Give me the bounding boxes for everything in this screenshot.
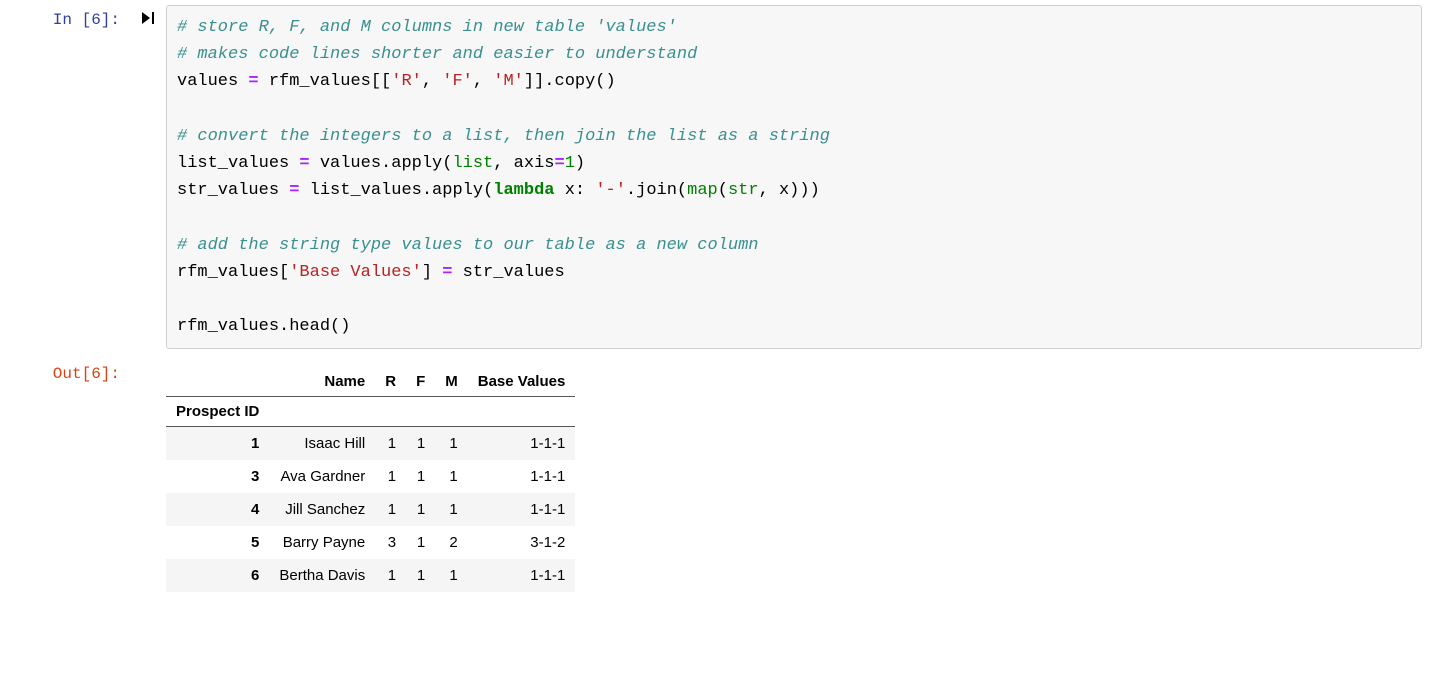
cell-r: 1 bbox=[375, 559, 406, 592]
row-index: 5 bbox=[166, 526, 269, 559]
table-row: 4 Jill Sanchez 1 1 1 1-1-1 bbox=[166, 493, 575, 526]
cell-name: Jill Sanchez bbox=[269, 493, 375, 526]
input-cell: In [6]: # store R, F, and M columns in n… bbox=[0, 0, 1438, 354]
table-row: 5 Barry Payne 3 1 2 3-1-2 bbox=[166, 526, 575, 559]
row-index: 3 bbox=[166, 460, 269, 493]
cell-m: 1 bbox=[435, 559, 468, 592]
row-index: 4 bbox=[166, 493, 269, 526]
cell-bv: 1-1-1 bbox=[468, 493, 576, 526]
cell-m: 2 bbox=[435, 526, 468, 559]
cell-m: 1 bbox=[435, 460, 468, 493]
cell-f: 1 bbox=[406, 526, 435, 559]
cell-name: Ava Gardner bbox=[269, 460, 375, 493]
blank-header bbox=[166, 367, 269, 397]
cell-f: 1 bbox=[406, 460, 435, 493]
cell-r: 1 bbox=[375, 460, 406, 493]
output-prompt: Out[6]: bbox=[0, 359, 130, 383]
cell-name: Barry Payne bbox=[269, 526, 375, 559]
cell-bv: 3-1-2 bbox=[468, 526, 576, 559]
dataframe-table: Name R F M Base Values Prospect ID bbox=[166, 367, 575, 592]
cell-f: 1 bbox=[406, 427, 435, 461]
cell-name: Bertha Davis bbox=[269, 559, 375, 592]
cell-name: Isaac Hill bbox=[269, 427, 375, 461]
output-cell: Out[6]: Name R F M Base Values Prospect … bbox=[0, 354, 1438, 597]
col-m: M bbox=[435, 367, 468, 397]
table-row: 1 Isaac Hill 1 1 1 1-1-1 bbox=[166, 427, 575, 461]
col-f: F bbox=[406, 367, 435, 397]
row-index: 1 bbox=[166, 427, 269, 461]
code-block: # store R, F, and M columns in new table… bbox=[177, 14, 1411, 340]
col-name: Name bbox=[269, 367, 375, 397]
cell-r: 1 bbox=[375, 493, 406, 526]
cell-bv: 1-1-1 bbox=[468, 460, 576, 493]
col-r: R bbox=[375, 367, 406, 397]
index-name: Prospect ID bbox=[166, 397, 269, 427]
column-header-row: Name R F M Base Values bbox=[166, 367, 575, 397]
cell-bv: 1-1-1 bbox=[468, 559, 576, 592]
table-row: 3 Ava Gardner 1 1 1 1-1-1 bbox=[166, 460, 575, 493]
input-prompt: In [6]: bbox=[0, 5, 130, 29]
row-index: 6 bbox=[166, 559, 269, 592]
output-area: Name R F M Base Values Prospect ID bbox=[130, 359, 1438, 592]
run-icon bbox=[141, 11, 155, 28]
cell-r: 3 bbox=[375, 526, 406, 559]
table-row: 6 Bertha Davis 1 1 1 1-1-1 bbox=[166, 559, 575, 592]
cell-m: 1 bbox=[435, 493, 468, 526]
cell-r: 1 bbox=[375, 427, 406, 461]
cell-f: 1 bbox=[406, 559, 435, 592]
cell-f: 1 bbox=[406, 493, 435, 526]
code-input-area[interactable]: # store R, F, and M columns in new table… bbox=[166, 5, 1422, 349]
cell-m: 1 bbox=[435, 427, 468, 461]
index-header-row: Prospect ID bbox=[166, 397, 575, 427]
cell-bv: 1-1-1 bbox=[468, 427, 576, 461]
run-cell-button[interactable] bbox=[130, 5, 166, 28]
col-bv: Base Values bbox=[468, 367, 576, 397]
